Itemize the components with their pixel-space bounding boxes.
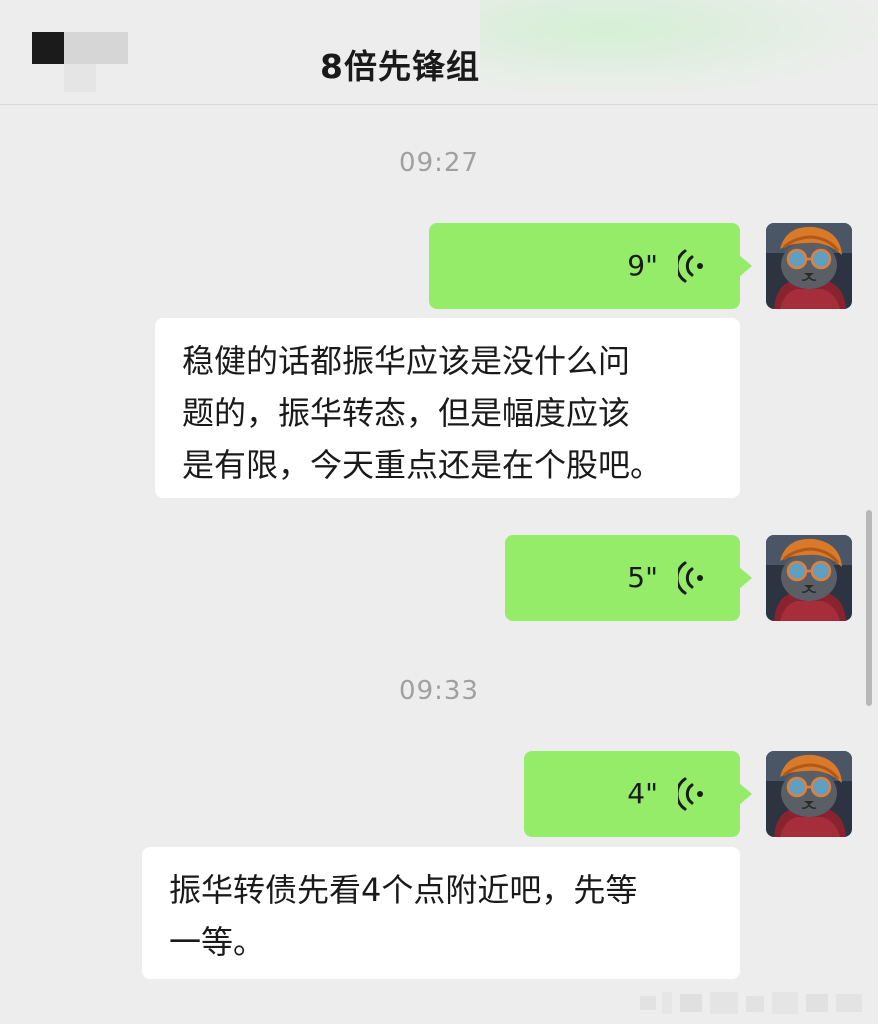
message-line: 题的，振华转态，但是幅度应该 [182,394,631,432]
back-button-blur-dark [32,32,64,64]
back-button[interactable] [32,32,128,92]
voice-duration: 4" [627,777,658,810]
message-line: 振华转债先看4个点附近吧，先等 [169,871,638,909]
header-glow [480,0,878,100]
cat-avatar-icon [766,535,852,621]
text-message-bubble[interactable]: 稳健的话都振华应该是没什么问 题的，振华转态，但是幅度应该 是有限，今天重点还是… [155,318,740,498]
user-avatar[interactable] [766,751,852,837]
voice-wave-icon [678,561,703,595]
user-avatar[interactable] [766,223,852,309]
timestamp: 09:33 [399,676,479,706]
cat-avatar-icon [766,223,852,309]
text-message-bubble[interactable]: 振华转债先看4个点附近吧，先等 一等。 [142,847,740,979]
cat-avatar-icon [766,751,852,837]
chat-header: 8倍先锋组 [0,0,878,105]
voice-message-bubble[interactable]: 9" [429,223,752,309]
voice-wave-icon [678,777,703,811]
voice-duration: 5" [627,561,658,594]
voice-wave-icon [678,249,703,283]
watermark [640,992,862,1014]
voice-duration: 9" [627,249,658,282]
chat-title: 8倍先锋组 [320,47,480,86]
voice-message-bubble[interactable]: 4" [524,751,752,837]
user-avatar[interactable] [766,535,852,621]
message-line: 稳健的话都振华应该是没什么问 [182,342,631,380]
voice-message-bubble[interactable]: 5" [505,535,752,621]
back-button-blur-light [64,32,128,64]
timestamp: 09:27 [399,148,479,178]
message-line: 一等。 [169,923,266,961]
back-button-blur-lower [64,64,96,92]
message-line: 是有限，今天重点还是在个股吧。 [182,446,663,484]
